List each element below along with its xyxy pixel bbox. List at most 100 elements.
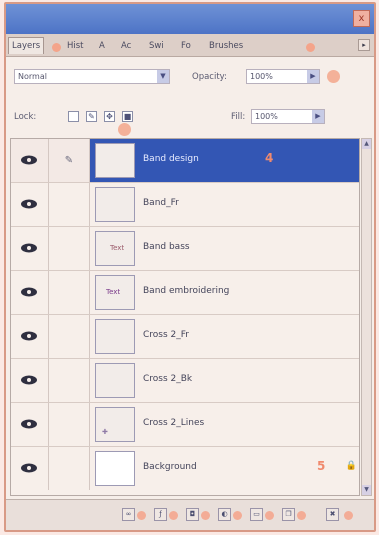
annotation-marker [306, 43, 315, 52]
annotation-marker [233, 511, 242, 520]
lock-position-icon[interactable]: ✥ [104, 111, 115, 122]
annotation-marker [344, 511, 353, 520]
layers-list: ✎ Band design 4 Band_Fr Text Band bass T… [10, 138, 360, 496]
layer-name: Cross 2_Bk [143, 374, 193, 384]
thumbnail-mark: ✚ [102, 428, 108, 436]
lock-icon: 🔒 [345, 461, 357, 471]
new-layer-icon[interactable]: ❐ [282, 508, 295, 521]
layer-row[interactable]: Cross 2_Fr [11, 315, 359, 359]
lock-transparency-icon[interactable] [68, 111, 79, 122]
layer-name: Band design [143, 154, 199, 164]
tab-fo[interactable]: Fo [178, 38, 194, 54]
layer-row[interactable]: ✎ Band design 4 [11, 139, 359, 183]
link-cell[interactable] [49, 403, 90, 446]
link-layers-icon[interactable]: ∞ [122, 508, 135, 521]
visibility-toggle[interactable] [11, 315, 49, 358]
layer-name: Band embroidering [143, 286, 230, 296]
opacity-field[interactable]: 100% ▶ [246, 69, 320, 84]
layer-name: Cross 2_Lines [143, 418, 205, 428]
tab-a[interactable]: A [96, 38, 108, 54]
layer-row[interactable]: Text Band embroidering [11, 271, 359, 315]
visibility-toggle[interactable] [11, 139, 49, 182]
chevron-right-icon: ▶ [312, 110, 324, 123]
layer-row[interactable]: Background 5 🔒 [11, 447, 359, 491]
adjustment-layer-icon[interactable]: ◐ [218, 508, 231, 521]
layers-scrollbar[interactable]: ▲ ▼ [361, 138, 372, 496]
eye-icon [21, 375, 37, 385]
layer-name: Background [143, 462, 197, 472]
new-group-icon[interactable]: ▭ [250, 508, 263, 521]
scroll-down-arrow-icon[interactable]: ▼ [362, 485, 371, 495]
blend-mode-select[interactable]: Normal ▼ [14, 69, 170, 84]
layer-row[interactable]: Text Band bass [11, 227, 359, 271]
layer-thumbnail: Text [95, 231, 135, 266]
blend-mode-value: Normal [18, 72, 47, 81]
layer-thumbnail [95, 143, 135, 178]
annotation-number: 4 [265, 151, 274, 165]
scroll-up-arrow-icon[interactable]: ▲ [362, 139, 371, 149]
layer-thumbnail: ✚ [95, 407, 135, 442]
paintbrush-icon[interactable]: ✎ [49, 139, 90, 182]
layers-panel-window: x Layers Hist A Ac Swi Fo Brushes ▸ Norm… [4, 2, 376, 532]
layer-row[interactable]: Cross 2_Bk [11, 359, 359, 403]
link-cell[interactable] [49, 227, 90, 270]
tab-swatches[interactable]: Swi [146, 38, 167, 54]
layer-options: Normal ▼ Opacity: 100% ▶ Lock: ✎ ✥ ■ Fil… [6, 57, 374, 137]
visibility-toggle[interactable] [11, 271, 49, 314]
annotation-marker [52, 43, 61, 52]
annotation-marker [118, 123, 131, 136]
tab-brushes[interactable]: Brushes [206, 38, 246, 54]
chevron-down-icon: ▼ [157, 70, 169, 83]
layer-name: Cross 2_Fr [143, 330, 189, 340]
tab-layers[interactable]: Layers [8, 37, 45, 54]
annotation-marker [201, 511, 210, 520]
panel-tabs: Layers Hist A Ac Swi Fo Brushes ▸ [6, 34, 374, 57]
visibility-toggle[interactable] [11, 227, 49, 270]
add-layer-style-icon[interactable]: ƒ [154, 508, 167, 521]
eye-icon [21, 287, 37, 297]
close-icon[interactable]: x [353, 10, 370, 27]
chevron-right-icon: ▶ [307, 70, 319, 83]
panel-title-bar[interactable]: x [6, 4, 374, 34]
eye-icon [21, 463, 37, 473]
eye-icon [21, 199, 37, 209]
thumbnail-text: Text [110, 244, 125, 252]
link-cell[interactable] [49, 359, 90, 402]
visibility-toggle[interactable] [11, 447, 49, 490]
annotation-marker [265, 511, 274, 520]
layer-thumbnail [95, 363, 135, 398]
link-cell[interactable] [49, 315, 90, 358]
lock-label: Lock: [14, 112, 37, 122]
link-cell[interactable] [49, 271, 90, 314]
layer-thumbnail [95, 319, 135, 354]
annotation-marker [137, 511, 146, 520]
layers-bottom-toolbar: ∞ ƒ ◘ ◐ ▭ ❐ ✖ [6, 499, 374, 530]
layer-thumbnail [95, 187, 135, 222]
fill-field[interactable]: 100% ▶ [251, 109, 325, 124]
lock-all-icon[interactable]: ■ [122, 111, 133, 122]
annotation-number: 5 [317, 459, 326, 473]
visibility-toggle[interactable] [11, 403, 49, 446]
visibility-toggle[interactable] [11, 183, 49, 226]
lock-image-icon[interactable]: ✎ [86, 111, 97, 122]
thumbnail-text: Text [106, 288, 121, 296]
opacity-value: 100% [250, 72, 273, 81]
tab-history[interactable]: Hist [64, 38, 87, 54]
layer-thumbnail [95, 451, 135, 486]
add-mask-icon[interactable]: ◘ [186, 508, 199, 521]
layer-row[interactable]: ✚ Cross 2_Lines [11, 403, 359, 447]
layer-row[interactable]: Band_Fr [11, 183, 359, 227]
panel-menu-button[interactable]: ▸ [358, 39, 370, 51]
link-cell[interactable] [49, 183, 90, 226]
eye-icon [21, 331, 37, 341]
tab-actions[interactable]: Ac [118, 38, 134, 54]
layer-thumbnail: Text [95, 275, 135, 310]
eye-icon [21, 243, 37, 253]
link-cell[interactable] [49, 447, 90, 490]
visibility-toggle[interactable] [11, 359, 49, 402]
eye-icon [21, 155, 37, 165]
annotation-marker [169, 511, 178, 520]
annotation-marker [327, 70, 340, 83]
trash-icon[interactable]: ✖ [326, 508, 339, 521]
fill-label: Fill: [231, 112, 246, 122]
